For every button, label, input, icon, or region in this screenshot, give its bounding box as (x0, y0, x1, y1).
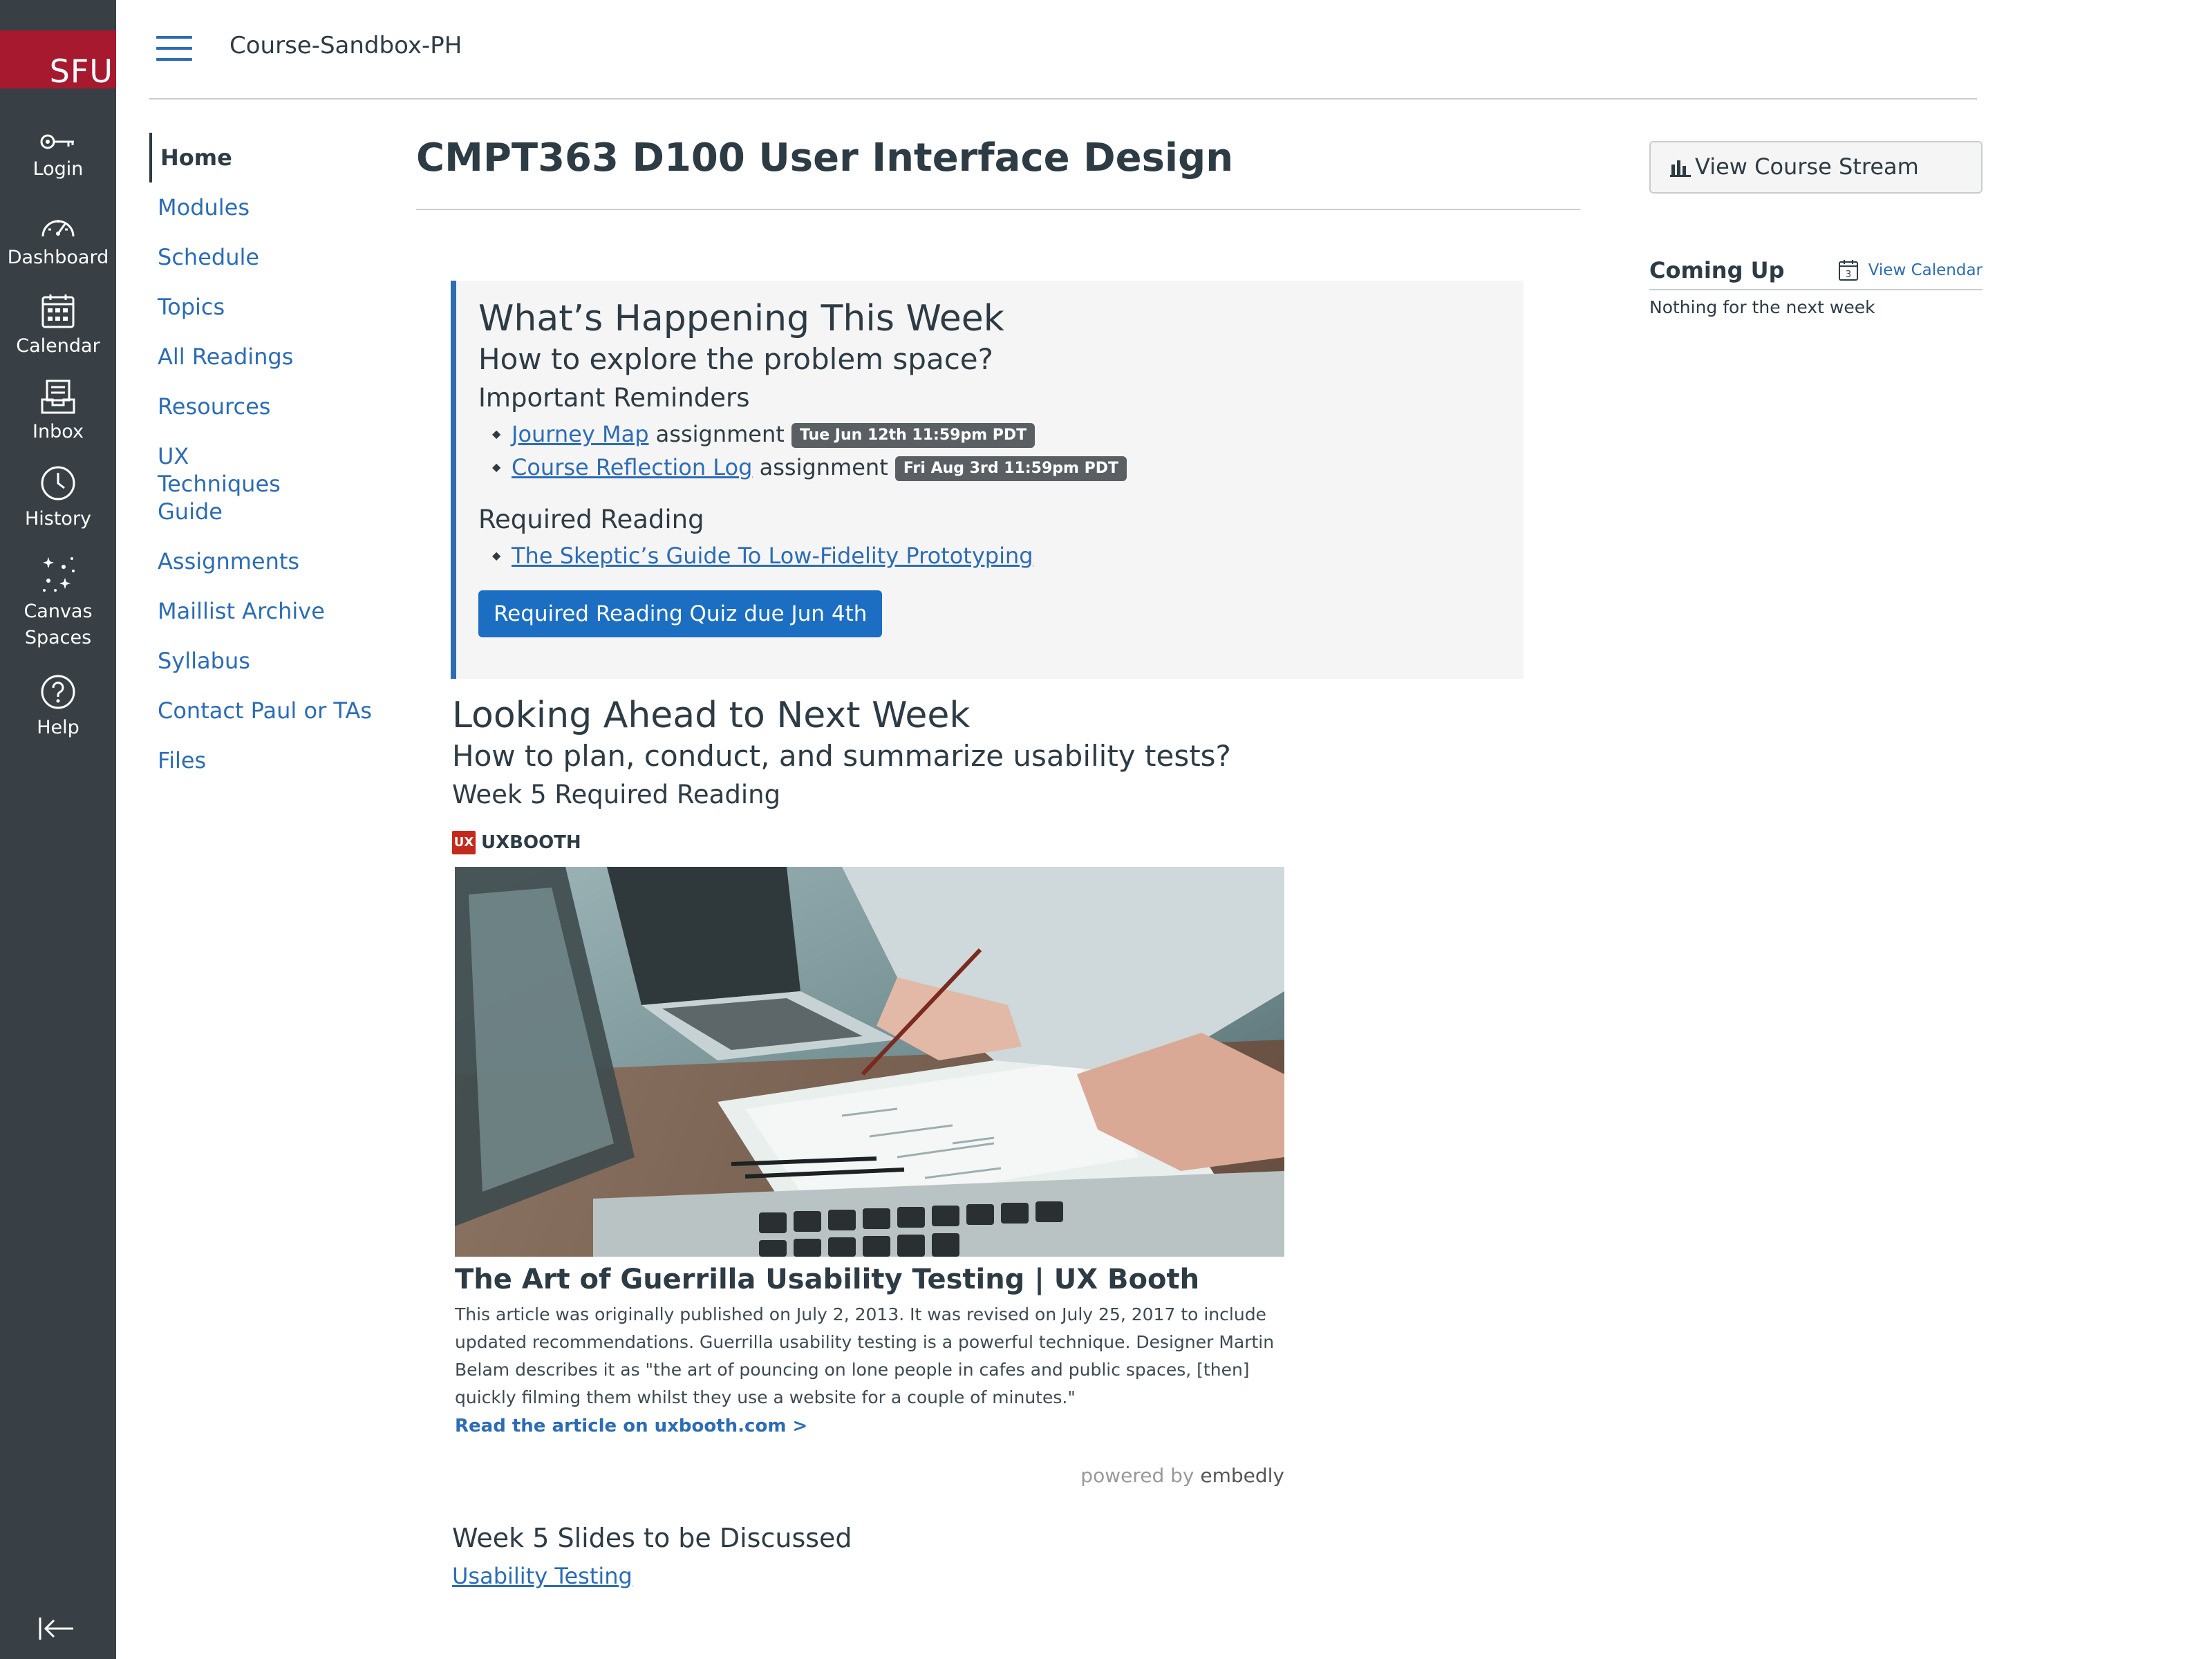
global-nav-label: Inbox (32, 421, 84, 442)
read-article-link[interactable]: Read the article on uxbooth.com > (455, 1416, 1558, 1436)
week5-reading-heading: Week 5 Required Reading (452, 780, 781, 809)
course-nav-resources[interactable]: Resources (149, 393, 384, 420)
due-date-badge: Fri Aug 3rd 11:59pm PDT (894, 456, 1127, 481)
global-nav-label: Login (32, 158, 84, 180)
course-nav-contact[interactable]: Contact Paul or TAs (149, 697, 384, 724)
calendar-small-icon: 3 (1838, 260, 1858, 281)
coming-up-header: Coming Up 3 View Calendar (1649, 257, 1983, 290)
coming-up-empty-text: Nothing for the next week (1649, 297, 1875, 317)
help-icon (41, 675, 75, 709)
embed-title[interactable]: The Art of Guerrilla Usability Testing |… (455, 1264, 1558, 1295)
global-nav-canvas-spaces[interactable]: Canvas Spaces (0, 553, 116, 651)
course-nav-ux-techniques-guide[interactable]: UX Techniques Guide (149, 442, 315, 525)
global-nav-login[interactable]: Login (0, 131, 116, 182)
course-nav-maillist-archive[interactable]: Maillist Archive (149, 597, 384, 625)
this-week-panel: What’s Happening This Week How to explor… (451, 281, 1524, 679)
global-nav: SFU Login Dashboard Calendar Inbox Histo… (0, 0, 116, 1659)
this-week-question: How to explore the problem space? (478, 342, 993, 376)
svg-text:3: 3 (1846, 270, 1851, 280)
required-reading-heading: Required Reading (478, 505, 704, 534)
reminders-list: Journey Map assignment Tue Jun 12th 11:5… (492, 418, 1524, 484)
course-nav-all-readings[interactable]: All Readings (149, 343, 384, 371)
embedly-brand: embedly (1200, 1464, 1284, 1487)
page-title: CMPT363 D100 User Interface Design (416, 135, 1234, 180)
course-nav-assignments[interactable]: Assignments (149, 547, 384, 575)
list-item: Course Reflection Log assignment Fri Aug… (492, 451, 1524, 484)
next-week-question: How to plan, conduct, and summarize usab… (452, 739, 1231, 773)
next-week-heading: Looking Ahead to Next Week (452, 695, 971, 736)
global-nav-inbox[interactable]: Inbox (0, 379, 116, 445)
view-calendar-link[interactable]: 3 View Calendar (1838, 259, 1983, 281)
global-nav-label: Canvas Spaces (24, 601, 93, 648)
course-nav-files[interactable]: Files (149, 747, 384, 774)
sparkle-icon (43, 557, 75, 592)
course-nav-schedule[interactable]: Schedule (149, 243, 384, 271)
embed-source-name: UXBOOTH (481, 832, 581, 853)
reminders-heading: Important Reminders (478, 383, 750, 413)
coming-up-title: Coming Up (1649, 257, 1785, 283)
global-nav-label: Dashboard (7, 247, 109, 268)
breadcrumb[interactable]: Course-Sandbox-PH (229, 32, 462, 59)
list-item: Journey Map assignment Tue Jun 12th 11:5… (492, 418, 1524, 451)
course-reflection-log-link[interactable]: Course Reflection Log (512, 454, 752, 480)
dashboard-icon (41, 220, 75, 237)
view-course-stream-button[interactable]: View Course Stream (1649, 141, 1983, 194)
course-nav: Home Modules Schedule Topics All Reading… (149, 133, 384, 796)
embed-image[interactable] (455, 867, 1284, 1257)
slides-heading: Week 5 Slides to be Discussed (452, 1523, 852, 1553)
global-nav-history[interactable]: History (0, 465, 116, 532)
calendar-icon (41, 294, 75, 328)
view-course-stream-label: View Course Stream (1695, 153, 1919, 180)
title-divider (416, 209, 1580, 210)
global-nav-label: History (24, 508, 92, 529)
clock-icon (41, 466, 75, 500)
powered-by-embedly[interactable]: powered by embedly (455, 1464, 1284, 1487)
course-nav-modules[interactable]: Modules (149, 194, 384, 221)
view-calendar-label: View Calendar (1868, 261, 1983, 279)
list-item: The Skeptic’s Guide To Low-Fidelity Prot… (492, 539, 1524, 572)
reminder-suffix: assignment (759, 454, 888, 480)
global-nav-label: Calendar (16, 335, 100, 357)
uxbooth-logo: UX (452, 831, 476, 854)
journey-map-link[interactable]: Journey Map (512, 421, 649, 447)
usability-testing-link[interactable]: Usability Testing (452, 1563, 632, 1589)
global-nav-help[interactable]: Help (0, 673, 116, 741)
embed-source: UX UXBOOTH (452, 831, 1558, 854)
bar-chart-icon (1670, 160, 1691, 177)
next-week-section: Looking Ahead to Next Week How to plan, … (452, 694, 1558, 1589)
coming-up-panel: Coming Up 3 View Calendar Nothing for th… (1649, 257, 1983, 317)
embed-description: This article was originally published on… (455, 1304, 1275, 1407)
header-divider (149, 98, 1977, 100)
powered-by-text: powered by (1080, 1464, 1194, 1487)
due-date-badge: Tue Jun 12th 11:59pm PDT (791, 423, 1035, 448)
reading-list: The Skeptic’s Guide To Low-Fidelity Prot… (492, 539, 1524, 572)
inbox-icon (41, 379, 75, 414)
reminder-suffix: assignment (655, 421, 785, 447)
this-week-heading: What’s Happening This Week (478, 298, 1004, 339)
collapse-nav-icon[interactable] (37, 1615, 76, 1642)
course-nav-topics[interactable]: Topics (149, 293, 384, 321)
course-nav-syllabus[interactable]: Syllabus (149, 647, 384, 675)
global-nav-dashboard[interactable]: Dashboard (0, 213, 116, 271)
skeptics-guide-link[interactable]: The Skeptic’s Guide To Low-Fidelity Prot… (512, 543, 1033, 569)
course-nav-home[interactable]: Home (149, 133, 384, 182)
reading-quiz-button[interactable]: Required Reading Quiz due Jun 4th (478, 590, 883, 637)
global-nav-calendar[interactable]: Calendar (0, 293, 116, 359)
global-nav-label: Help (37, 717, 79, 738)
hamburger-menu-icon[interactable] (156, 36, 192, 64)
sfu-logo[interactable]: SFU (0, 30, 116, 88)
key-icon (40, 134, 74, 149)
